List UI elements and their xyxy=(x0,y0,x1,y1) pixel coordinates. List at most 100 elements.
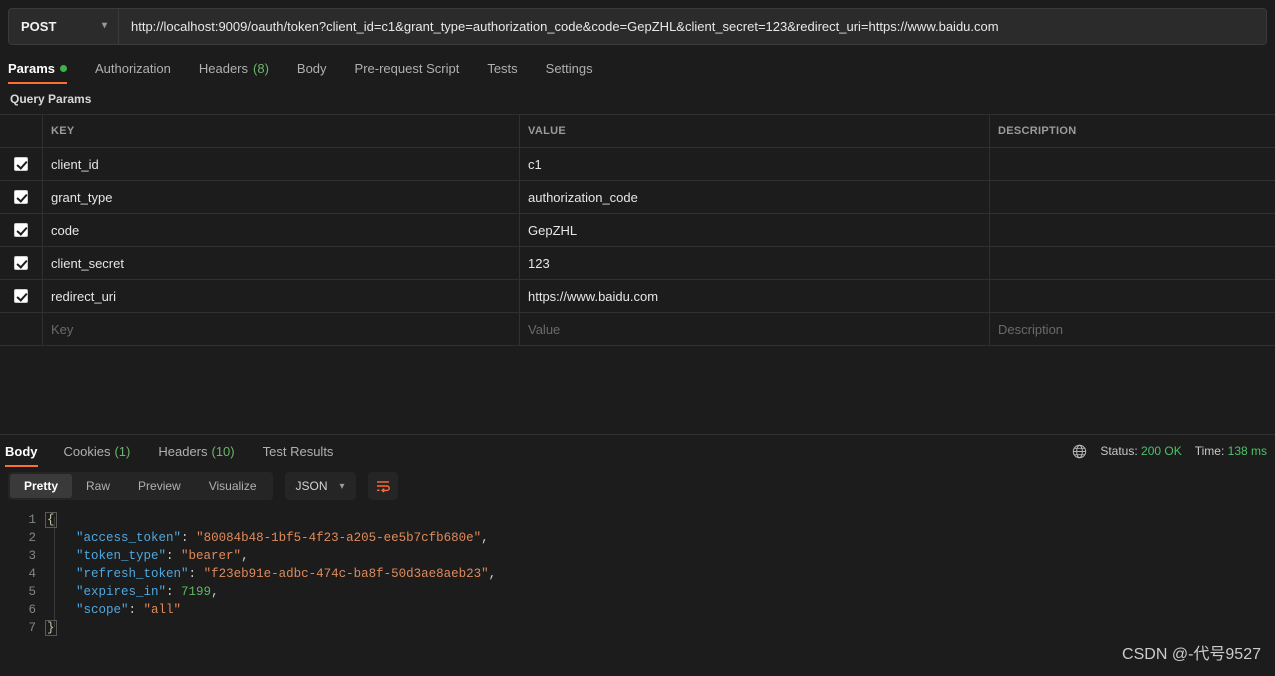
header-cell-checkbox xyxy=(0,115,43,147)
json-line-content: "token_type": "bearer", xyxy=(46,547,249,565)
request-tab-headers[interactable]: Headers(8) xyxy=(185,52,283,84)
line-number: 7 xyxy=(0,619,46,637)
param-key-cell[interactable]: client_secret xyxy=(43,247,520,279)
view-mode-preview[interactable]: Preview xyxy=(124,474,195,498)
json-token-plain xyxy=(46,549,76,563)
request-tab-params[interactable]: Params xyxy=(8,52,81,84)
line-number: 3 xyxy=(0,547,46,565)
response-tab-label: Test Results xyxy=(263,444,334,459)
table-row[interactable]: grant_typeauthorization_code xyxy=(0,181,1275,214)
row-checkbox-cell xyxy=(0,280,43,312)
json-token-brace: { xyxy=(46,513,56,527)
param-key-cell[interactable]: grant_type xyxy=(43,181,520,213)
json-token-str: "bearer" xyxy=(181,549,241,563)
table-row-placeholder[interactable]: KeyValueDescription xyxy=(0,313,1275,346)
json-line: 2 "access_token": "80084b48-1bf5-4f23-a2… xyxy=(0,529,1275,547)
json-line: 6 "scope": "all" xyxy=(0,601,1275,619)
time-label: Time: xyxy=(1195,444,1225,458)
request-tab-tests[interactable]: Tests xyxy=(473,52,531,84)
header-cell-description: DESCRIPTION xyxy=(990,115,1275,147)
request-tab-label: Tests xyxy=(487,61,517,76)
param-value-cell[interactable]: https://www.baidu.com xyxy=(520,280,990,312)
json-token-key: "scope" xyxy=(76,603,129,617)
response-tab-headers[interactable]: Headers (10) xyxy=(144,435,248,467)
time-badge: Time: 138 ms xyxy=(1195,444,1267,458)
response-tab-body[interactable]: Body xyxy=(0,435,50,467)
view-mode-raw[interactable]: Raw xyxy=(72,474,124,498)
request-tab-authorization[interactable]: Authorization xyxy=(81,52,185,84)
response-format-label: JSON xyxy=(296,479,328,493)
json-token-plain xyxy=(46,531,76,545)
row-checkbox-cell xyxy=(0,181,43,213)
json-token-plain xyxy=(46,585,76,599)
line-number: 5 xyxy=(0,583,46,601)
new-param-key-input[interactable]: Key xyxy=(43,313,520,345)
response-tab-label: Headers xyxy=(158,444,207,459)
row-checkbox-cell xyxy=(0,313,43,345)
request-tab-body[interactable]: Body xyxy=(283,52,341,84)
view-mode-visualize[interactable]: Visualize xyxy=(195,474,271,498)
pane-splitter[interactable] xyxy=(0,346,1275,434)
param-key-cell[interactable]: code xyxy=(43,214,520,246)
param-description-cell[interactable] xyxy=(990,247,1275,279)
json-token-str: "80084b48-1bf5-4f23-a205-ee5b7cfb680e" xyxy=(196,531,481,545)
param-description-cell[interactable] xyxy=(990,280,1275,312)
param-enabled-checkbox[interactable] xyxy=(14,289,28,303)
param-enabled-checkbox[interactable] xyxy=(14,190,28,204)
status-badge: Status: 200 OK xyxy=(1100,444,1181,458)
request-tab-label: Settings xyxy=(546,61,593,76)
param-key-cell[interactable]: redirect_uri xyxy=(43,280,520,312)
json-token-num: 7199 xyxy=(181,585,211,599)
param-value-cell[interactable]: 123 xyxy=(520,247,990,279)
json-token-plain xyxy=(46,603,76,617)
request-url-input[interactable]: http://localhost:9009/oauth/token?client… xyxy=(118,8,1267,45)
json-token-key: "refresh_token" xyxy=(76,567,189,581)
request-tabs: Params Authorization Headers(8)BodyPre-req… xyxy=(0,52,1275,84)
response-tab-cookies[interactable]: Cookies(1) xyxy=(50,435,145,467)
request-tab-pre-request-script[interactable]: Pre-request Script xyxy=(341,52,474,84)
response-tab-count: (10) xyxy=(212,444,235,459)
table-row[interactable]: client_secret123 xyxy=(0,247,1275,280)
table-row[interactable]: redirect_urihttps://www.baidu.com xyxy=(0,280,1275,313)
response-tab-count: (1) xyxy=(114,444,130,459)
param-enabled-checkbox[interactable] xyxy=(14,223,28,237)
view-mode-pretty[interactable]: Pretty xyxy=(10,474,72,498)
json-line-content: "refresh_token": "f23eb91e-adbc-474c-ba8… xyxy=(46,565,496,583)
json-line-content: { xyxy=(46,511,56,529)
new-param-value-input[interactable]: Value xyxy=(520,313,990,345)
response-tab-label: Body xyxy=(5,444,38,459)
text-wrap-icon[interactable] xyxy=(368,472,398,500)
table-row[interactable]: client_idc1 xyxy=(0,148,1275,181)
param-description-cell[interactable] xyxy=(990,214,1275,246)
json-token-punct: , xyxy=(481,531,489,545)
response-tabs: Body Cookies(1) Headers (10) Test Results St… xyxy=(0,435,1275,467)
param-enabled-checkbox[interactable] xyxy=(14,256,28,270)
response-tab-test-results[interactable]: Test Results xyxy=(249,435,348,467)
chevron-down-icon: ▾ xyxy=(340,481,345,492)
header-cell-value: VALUE xyxy=(520,115,990,147)
table-header-row: KEY VALUE DESCRIPTION xyxy=(0,115,1275,148)
response-body-json[interactable]: 1{2 "access_token": "80084b48-1bf5-4f23-… xyxy=(0,505,1275,637)
request-tab-settings[interactable]: Settings xyxy=(532,52,607,84)
new-param-description-input[interactable]: Description xyxy=(990,313,1275,345)
query-params-title: Query Params xyxy=(0,84,1275,114)
request-tab-label: Authorization xyxy=(95,61,171,76)
json-token-punct: : xyxy=(189,567,204,581)
param-description-cell[interactable] xyxy=(990,148,1275,180)
response-toolbar: PrettyRawPreviewVisualize JSON ▾ xyxy=(0,467,1275,505)
param-description-cell[interactable] xyxy=(990,181,1275,213)
param-value-cell[interactable]: c1 xyxy=(520,148,990,180)
watermark: CSDN @-代号9527 xyxy=(1122,640,1261,664)
http-method-select[interactable]: POST ▾ xyxy=(8,8,118,45)
json-token-punct: : xyxy=(166,585,181,599)
param-enabled-checkbox[interactable] xyxy=(14,157,28,171)
table-row[interactable]: codeGepZHL xyxy=(0,214,1275,247)
param-key-cell[interactable]: client_id xyxy=(43,148,520,180)
response-format-select[interactable]: JSON ▾ xyxy=(285,472,356,500)
param-value-cell[interactable]: GepZHL xyxy=(520,214,990,246)
json-line: 5 "expires_in": 7199, xyxy=(0,583,1275,601)
response-view-mode-group: PrettyRawPreviewVisualize xyxy=(8,472,273,500)
param-value-cell[interactable]: authorization_code xyxy=(520,181,990,213)
status-value: 200 OK xyxy=(1141,444,1182,458)
request-tab-label: Headers xyxy=(199,61,248,76)
